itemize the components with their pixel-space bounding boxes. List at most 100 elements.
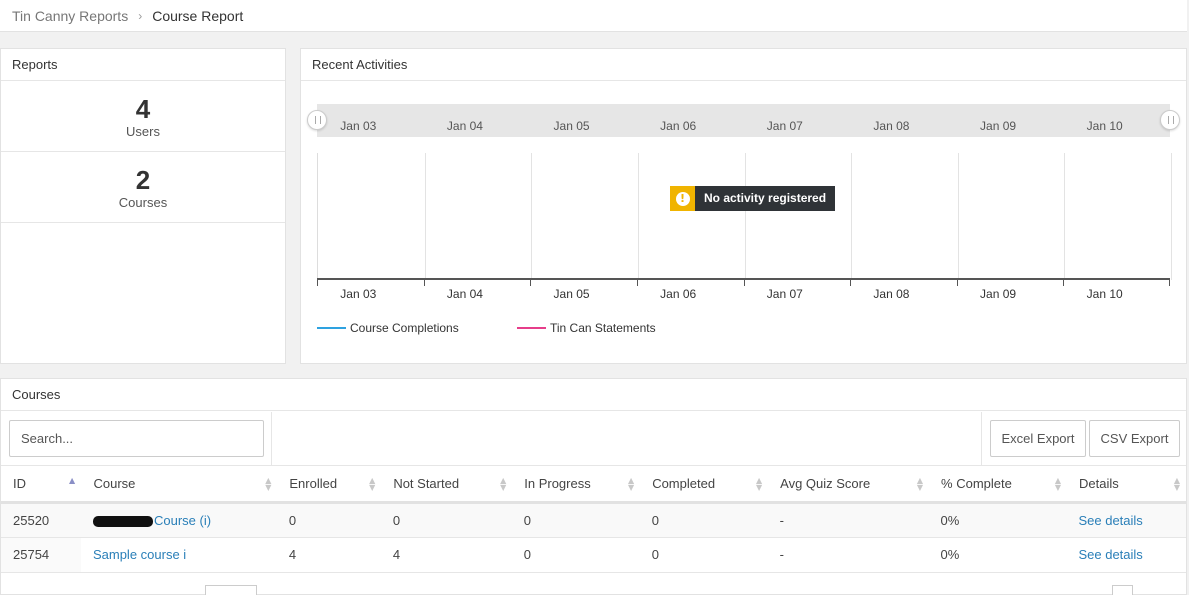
x-tick-label: Jan 04 [446,287,483,301]
redacted-text [92,515,153,527]
users-stat: 4 Users [1,81,285,152]
legend-swatch-tin-can-statements [517,327,546,329]
toolbar-divider [981,412,982,466]
x-tick-label: Jan 03 [340,287,377,301]
reports-title: Reports [1,49,285,81]
completed-cell: 0 [639,537,768,573]
column-header-details[interactable]: Details ▲ ▼ [1066,466,1187,504]
gridline [1064,153,1066,280]
page-length-select[interactable] [205,585,257,595]
excel-export-button[interactable]: Excel Export [990,420,1086,457]
column-header-not-started[interactable]: Not Started ▲ ▼ [380,466,513,504]
no-activity-text: No activity registered [695,186,836,211]
course-cell: Sample course i [80,537,277,573]
column-header-in-progress[interactable]: In Progress ▲ ▼ [511,466,641,504]
range-handle-end[interactable] [1160,110,1180,130]
reports-panel: Reports 4 Users 2 Courses [0,48,286,364]
courses-table: ID ▲ Course ▲ ▼ Enrolled ▲ ▼ Not Started ▲ ▼ In… [1,466,1187,573]
not-started-cell: 4 [380,537,512,573]
gridline [851,153,853,280]
x-tick-label: Jan 07 [766,287,803,301]
x-tick-label: Jan 08 [873,287,910,301]
courses-count: 2 [135,165,151,195]
breadcrumb: Tin Canny Reports › Course Report [0,0,1187,32]
column-header-avg-quiz-score[interactable]: Avg Quiz Score ▲ ▼ [767,466,930,504]
legend-tin-can-statements[interactable]: Tin Can Statements [517,321,656,335]
users-count: 4 [135,94,151,124]
gridline [1171,153,1172,280]
gridline [531,153,533,280]
sort-icon: ▲ ▼ [369,476,376,492]
x-tick-label: Jan 09 [980,287,1017,301]
x-tick [423,280,425,286]
x-tick [1063,280,1065,286]
range-date-label: Jan 05 [553,119,590,133]
enrolled-cell: 0 [276,502,381,538]
sort-icon: ▲ ▼ [916,476,924,492]
search-input[interactable] [9,420,264,457]
courses-label: Courses [118,195,168,210]
column-header-course[interactable]: Course ▲ ▼ [80,466,278,504]
legend-course-completions[interactable]: Course Completions [317,321,459,335]
x-tick [1169,280,1170,286]
course-cell: Course (i) [80,502,277,538]
range-date-label: Jan 09 [980,119,1017,133]
enrolled-cell: 4 [276,537,381,573]
range-handle-start[interactable] [307,110,327,130]
breadcrumb-current: Course Report [152,7,244,24]
course-link[interactable]: Sample course i [93,547,186,562]
x-tick-label: Jan 05 [553,287,590,301]
x-tick-label: Jan 06 [660,287,697,301]
details-cell: See details [1066,502,1186,538]
x-tick [530,280,532,286]
gridline [957,153,959,280]
sort-ascending-icon: ▲ [69,476,76,485]
x-tick [743,280,745,286]
csv-export-button[interactable]: CSV Export [1089,420,1180,457]
not-started-cell: 0 [380,502,512,538]
table-row: 25520 Course (i) 0 0 0 0 - 0% See detail… [1,502,1186,538]
range-date-label: Jan 03 [340,119,377,133]
x-tick [317,280,318,286]
legend-label: Course Completions [350,321,459,335]
courses-panel: Courses Excel Export CSV Export ID▲ Cour… [0,378,1187,595]
gridline [424,153,426,280]
x-tick-label: Jan 10 [1086,287,1123,301]
recent-activities-panel: Recent Activities Jan 03 Jan 04 Jan 05 Jan … [300,48,1187,364]
pagination-button[interactable] [1112,585,1133,595]
range-date-label: Jan 10 [1086,119,1123,133]
course-id: 25520 [1,502,81,538]
column-header-completed[interactable]: Completed ▲ ▼ [639,466,769,504]
column-header-id[interactable]: ID ▲ [1,466,82,504]
toolbar-divider [271,412,272,466]
column-header-percent-complete[interactable]: % Complete ▲ ▼ [928,466,1067,504]
chevron-right-icon: › [138,8,143,23]
completed-cell: 0 [639,502,768,538]
range-date-label: Jan 06 [660,119,697,133]
range-date-label: Jan 04 [446,119,483,133]
activity-chart-area [317,153,1172,280]
sort-icon: ▲ ▼ [500,476,507,492]
recent-activities-title: Recent Activities [301,49,1186,81]
legend-label: Tin Can Statements [550,321,656,335]
users-label: Users [126,124,160,139]
sort-icon: ▲ ▼ [1054,476,1061,492]
courses-stat: 2 Courses [1,152,285,223]
percent-complete-cell: 0% [928,537,1067,573]
gridline [744,153,746,280]
sort-icon: ▲ ▼ [628,476,635,492]
gridline [637,153,639,280]
warning-icon: ! [670,186,695,211]
courses-toolbar: Excel Export CSV Export [1,412,1186,466]
see-details-link[interactable]: See details [1078,513,1142,528]
column-header-enrolled[interactable]: Enrolled ▲ ▼ [276,466,382,504]
see-details-link[interactable]: See details [1078,547,1142,562]
course-link[interactable]: Course (i) [154,513,211,528]
avg-quiz-cell: - [767,537,929,573]
sort-icon: ▲ ▼ [265,476,272,492]
table-header-row: ID ▲ Course ▲ ▼ Enrolled ▲ ▼ Not Started ▲ ▼ In… [1,466,1187,504]
breadcrumb-link-tin-canny-reports[interactable]: Tin Canny Reports [12,8,128,24]
x-tick [850,280,852,286]
sort-icon: ▲ ▼ [1173,476,1180,492]
no-activity-notice: ! No activity registered [670,186,836,211]
